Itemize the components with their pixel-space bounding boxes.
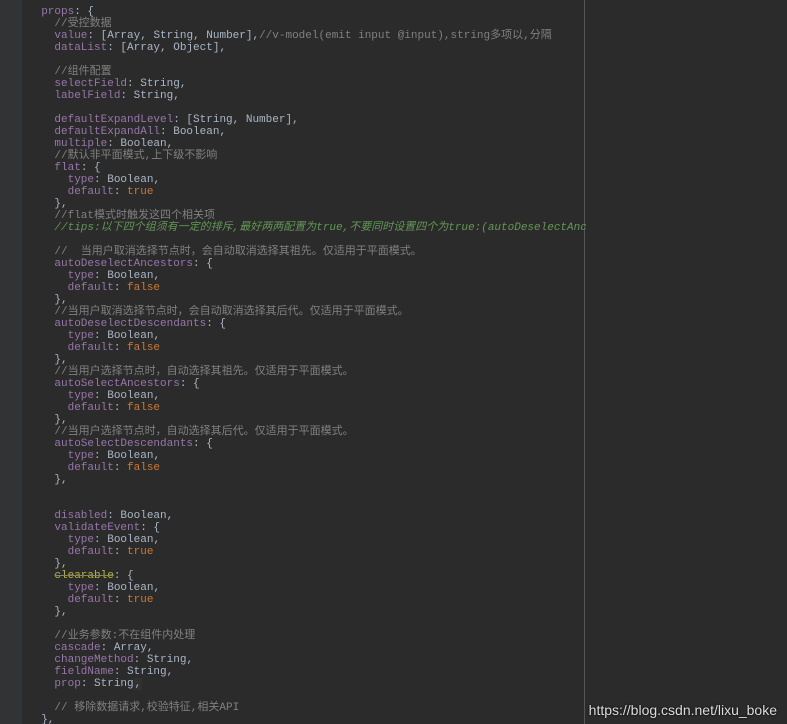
code-line[interactable]: multiple: Boolean, xyxy=(28,138,584,150)
code-line[interactable]: defaultExpandLevel: [String, Number], xyxy=(28,114,584,126)
code-line[interactable]: props: { xyxy=(28,6,584,18)
code-line[interactable]: type: Boolean, xyxy=(28,582,584,594)
code-line[interactable]: autoDeselectDescendants: { xyxy=(28,318,584,330)
code-line[interactable]: default: true xyxy=(28,594,584,606)
code-line[interactable]: prop: String, xyxy=(28,678,584,690)
code-line[interactable] xyxy=(28,234,584,246)
code-line[interactable] xyxy=(28,102,584,114)
code-line[interactable]: flat: { xyxy=(28,162,584,174)
code-line[interactable]: //业务参数:不在组件内处理 xyxy=(28,630,584,642)
code-line[interactable]: type: Boolean, xyxy=(28,390,584,402)
code-line[interactable]: value: [Array, String, Number],//v-model… xyxy=(28,30,584,42)
code-line[interactable]: type: Boolean, xyxy=(28,174,584,186)
code-editor: props: { //受控数据 value: [Array, String, N… xyxy=(0,0,787,724)
code-line[interactable]: selectField: String, xyxy=(28,78,584,90)
code-line[interactable]: type: Boolean, xyxy=(28,330,584,342)
code-line[interactable]: default: false xyxy=(28,462,584,474)
code-line[interactable]: disabled: Boolean, xyxy=(28,510,584,522)
code-area[interactable]: props: { //受控数据 value: [Array, String, N… xyxy=(22,0,585,724)
code-line[interactable]: //当用户选择节点时，自动选择其后代。仅适用于平面模式。 xyxy=(28,426,584,438)
code-content[interactable]: props: { //受控数据 value: [Array, String, N… xyxy=(22,6,584,724)
code-line[interactable] xyxy=(28,690,584,702)
code-line[interactable]: cascade: Array, xyxy=(28,642,584,654)
code-line[interactable]: }, xyxy=(28,714,584,724)
code-line[interactable]: type: Boolean, xyxy=(28,270,584,282)
code-line[interactable]: default: false xyxy=(28,282,584,294)
code-line[interactable]: autoSelectAncestors: { xyxy=(28,378,584,390)
code-line[interactable]: // 移除数据请求,校验特征,相关API xyxy=(28,702,584,714)
code-line[interactable]: //默认非平面模式,上下级不影响 xyxy=(28,150,584,162)
code-line[interactable]: }, xyxy=(28,606,584,618)
code-line[interactable] xyxy=(28,498,584,510)
code-line[interactable] xyxy=(28,54,584,66)
editor-minimap[interactable] xyxy=(586,0,787,724)
code-line[interactable]: fieldName: String, xyxy=(28,666,584,678)
code-line[interactable]: //tips:以下四个组须有一定的排斥,最好两两配置为true,不要同时设置四个… xyxy=(28,222,584,234)
code-line[interactable] xyxy=(28,618,584,630)
code-line[interactable]: }, xyxy=(28,474,584,486)
code-line[interactable]: autoSelectDescendants: { xyxy=(28,438,584,450)
code-line[interactable]: //当用户取消选择节点时，会自动取消选择其后代。仅适用于平面模式。 xyxy=(28,306,584,318)
code-line[interactable]: type: Boolean, xyxy=(28,450,584,462)
code-line[interactable] xyxy=(28,486,584,498)
code-line[interactable]: }, xyxy=(28,414,584,426)
code-line[interactable]: //flat模式时触发这四个相关项 xyxy=(28,210,584,222)
code-line[interactable]: default: false xyxy=(28,402,584,414)
code-line[interactable]: }, xyxy=(28,294,584,306)
code-line[interactable]: defaultExpandAll: Boolean, xyxy=(28,126,584,138)
code-line[interactable]: changeMethod: String, xyxy=(28,654,584,666)
code-line[interactable]: type: Boolean, xyxy=(28,534,584,546)
code-line[interactable]: dataList: [Array, Object], xyxy=(28,42,584,54)
code-line[interactable]: default: true xyxy=(28,186,584,198)
code-line[interactable]: labelField: String, xyxy=(28,90,584,102)
code-line[interactable]: }, xyxy=(28,354,584,366)
code-line[interactable]: // 当用户取消选择节点时，会自动取消选择其祖先。仅适用于平面模式。 xyxy=(28,246,584,258)
code-line[interactable]: //受控数据 xyxy=(28,18,584,30)
code-line[interactable]: }, xyxy=(28,558,584,570)
code-line[interactable]: //当用户选择节点时，自动选择其祖先。仅适用于平面模式。 xyxy=(28,366,584,378)
code-line[interactable]: }, xyxy=(28,198,584,210)
code-line[interactable]: clearable: { xyxy=(28,570,584,582)
code-line[interactable]: validateEvent: { xyxy=(28,522,584,534)
code-line[interactable]: //组件配置 xyxy=(28,66,584,78)
code-line[interactable]: default: false xyxy=(28,342,584,354)
code-line[interactable]: default: true xyxy=(28,546,584,558)
editor-gutter xyxy=(0,0,22,724)
code-line[interactable]: autoDeselectAncestors: { xyxy=(28,258,584,270)
